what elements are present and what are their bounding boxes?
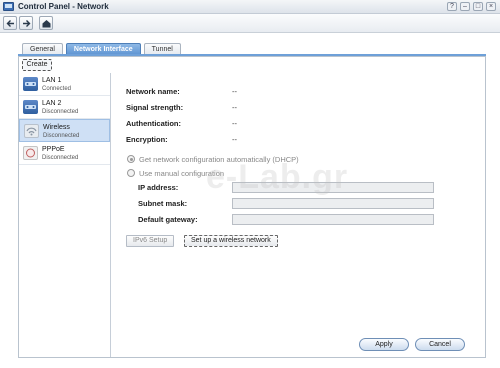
home-button[interactable] bbox=[39, 16, 53, 30]
list-item-pppoe[interactable]: PPPoE Disconnected bbox=[19, 142, 110, 165]
network-name-label: Network name: bbox=[126, 87, 180, 96]
list-item-status: Connected bbox=[42, 86, 72, 92]
default-gateway-input[interactable] bbox=[232, 214, 434, 225]
lan-icon bbox=[23, 77, 38, 91]
window-controls: ? – □ × bbox=[447, 2, 496, 11]
interface-list: LAN 1 Connected LAN 2 Disconnected Wirel… bbox=[19, 73, 111, 357]
list-item-wireless[interactable]: Wireless Disconnected bbox=[19, 119, 110, 142]
list-item-status: Disconnected bbox=[42, 109, 79, 115]
list-item-name: LAN 2 bbox=[42, 100, 62, 107]
back-button[interactable] bbox=[3, 16, 17, 30]
title-bar: Control Panel - Network ? – □ × bbox=[0, 0, 500, 14]
cancel-button[interactable]: Cancel bbox=[415, 338, 465, 351]
list-item-status: Disconnected bbox=[43, 133, 80, 139]
apply-button[interactable]: Apply bbox=[359, 338, 409, 351]
home-icon bbox=[42, 20, 51, 28]
setup-wireless-button[interactable]: Set up a wireless network bbox=[184, 235, 278, 247]
maximize-button[interactable]: □ bbox=[473, 2, 483, 11]
watermark: e-Lab.gr bbox=[206, 158, 349, 196]
manual-radio[interactable] bbox=[127, 169, 135, 177]
create-button[interactable]: Create bbox=[22, 59, 52, 71]
toolbar bbox=[0, 14, 500, 33]
window-title: Control Panel - Network bbox=[18, 2, 109, 11]
list-item-lan1[interactable]: LAN 1 Connected bbox=[19, 73, 110, 96]
encryption-value: -- bbox=[232, 135, 237, 144]
authentication-value: -- bbox=[232, 119, 237, 128]
minimize-button[interactable]: – bbox=[460, 2, 470, 11]
network-name-value: -- bbox=[232, 87, 237, 96]
list-item-lan2[interactable]: LAN 2 Disconnected bbox=[19, 96, 110, 119]
signal-strength-value: -- bbox=[232, 103, 237, 112]
list-item-name: PPPoE bbox=[42, 146, 65, 153]
subnet-mask-input[interactable] bbox=[232, 198, 434, 209]
forward-button[interactable] bbox=[19, 16, 33, 30]
wireless-icon bbox=[24, 124, 39, 138]
ipv6-setup-button[interactable]: IPv6 Setup bbox=[126, 235, 175, 247]
dhcp-radio[interactable] bbox=[127, 155, 135, 163]
help-button[interactable]: ? bbox=[447, 2, 457, 11]
arrow-left-icon bbox=[6, 20, 14, 27]
subnet-mask-label: Subnet mask: bbox=[138, 199, 188, 208]
pppoe-icon bbox=[23, 146, 38, 160]
ip-address-label: IP address: bbox=[138, 183, 179, 192]
authentication-label: Authentication: bbox=[126, 119, 181, 128]
arrow-right-icon bbox=[23, 20, 31, 27]
list-item-name: LAN 1 bbox=[42, 77, 62, 84]
control-panel-icon bbox=[3, 2, 14, 11]
encryption-label: Encryption: bbox=[126, 135, 168, 144]
default-gateway-label: Default gateway: bbox=[138, 215, 198, 224]
close-button[interactable]: × bbox=[486, 2, 496, 11]
list-item-status: Disconnected bbox=[42, 155, 79, 161]
lan-icon bbox=[23, 100, 38, 114]
list-item-name: Wireless bbox=[43, 124, 70, 131]
signal-strength-label: Signal strength: bbox=[126, 103, 184, 112]
